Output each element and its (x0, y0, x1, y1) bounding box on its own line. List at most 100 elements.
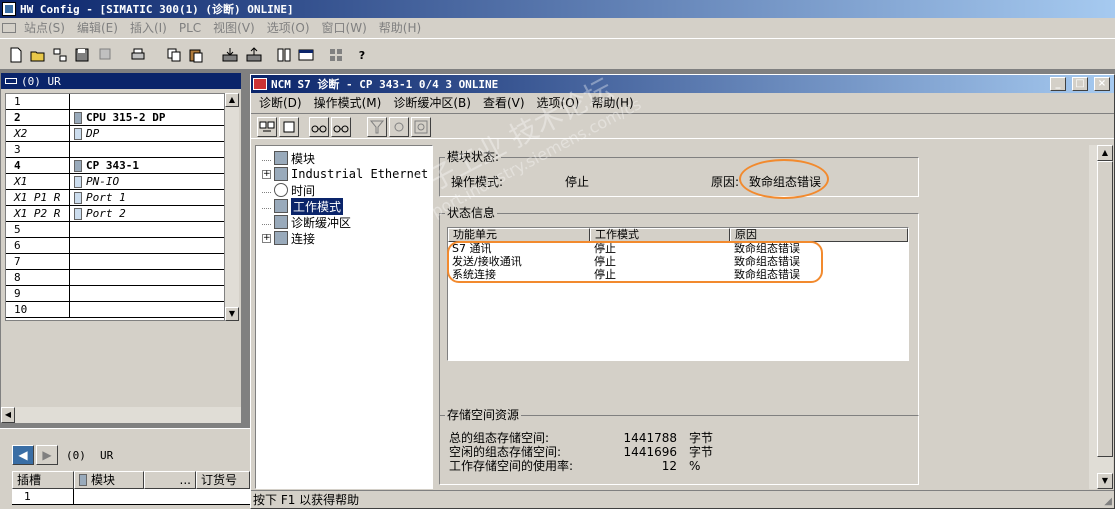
rack-row[interactable]: 7 (6, 254, 224, 270)
col-order-header[interactable]: 订货号 (196, 471, 250, 489)
main-menu-item[interactable]: 编辑(E) (71, 18, 124, 38)
module-icon (274, 151, 288, 165)
memory-unit: 字节 (689, 431, 714, 445)
rack-row[interactable]: 6 (6, 238, 224, 254)
ncm-menu-item[interactable]: 选项(O) (531, 93, 586, 113)
rack-row[interactable]: X1 P1 R Port 1 (6, 190, 224, 206)
network-icon[interactable] (50, 45, 70, 65)
tree-item[interactable]: 诊断缓冲区 (262, 214, 351, 230)
rack-row[interactable]: 2 CPU 315-2 DP (6, 110, 224, 126)
new-icon[interactable] (6, 45, 26, 65)
tree-item[interactable]: 工作模式 (262, 197, 344, 215)
rack-vscroll[interactable]: ▲ ▼ (225, 93, 239, 321)
filter-icon[interactable] (367, 117, 387, 137)
expand-icon[interactable]: + (262, 169, 271, 179)
main-menu-item[interactable]: 视图(V) (207, 18, 261, 38)
operating-mode-icon (274, 199, 288, 213)
memory-label: 工作存储空间的使用率: (449, 459, 574, 473)
module-icon (74, 159, 82, 172)
rack-row[interactable]: 5 (6, 222, 224, 238)
tree-item[interactable]: + 连接 (262, 230, 315, 246)
ncm-title: NCM S7 诊断 - CP 343-1 0/4 3 ONLINE (271, 78, 499, 91)
main-title-bar[interactable]: HW Config - [SIMATIC 300(1) (诊断) ONLINE] (0, 0, 1115, 18)
clock-icon[interactable] (411, 117, 431, 137)
settings-icon[interactable] (389, 117, 409, 137)
main-menu-item[interactable]: 帮助(H) (373, 18, 427, 38)
rack-slot: 8 (6, 270, 70, 285)
rack-module: CPU 315-2 DP (86, 111, 166, 124)
rack-row[interactable]: X2 DP (6, 126, 224, 142)
window-vscroll[interactable]: ▲ ▼ (1097, 145, 1113, 489)
maximize-button[interactable]: □ (1072, 77, 1088, 91)
rack-row[interactable]: 1 (6, 94, 224, 110)
col-more-header[interactable]: ... (144, 471, 196, 489)
main-menu-item[interactable]: PLC (173, 18, 207, 38)
glasses-pause-icon[interactable] (331, 117, 351, 137)
module-icon (74, 191, 82, 204)
rack-row[interactable]: 3 (6, 142, 224, 158)
compile-icon[interactable] (96, 45, 116, 65)
save-icon[interactable] (72, 45, 92, 65)
tree-item[interactable]: 时间 (262, 182, 315, 198)
rack-hscroll[interactable]: ◀ (1, 407, 241, 423)
ncm-menu-item[interactable]: 诊断缓冲区(B) (387, 93, 477, 113)
app-title: HW Config - [SIMATIC 300(1) (诊断) ONLINE] (20, 3, 294, 16)
copy-icon[interactable] (164, 45, 184, 65)
rack-row[interactable]: 10 (6, 302, 224, 318)
col-reason-header[interactable]: 原因 (730, 228, 908, 242)
open-icon[interactable] (28, 45, 48, 65)
ncm-menu-item[interactable]: 查看(V) (477, 93, 531, 113)
rack-row[interactable]: X1 P2 R Port 2 (6, 206, 224, 222)
nav-forward-icon[interactable]: ▶ (36, 445, 58, 465)
main-menu-item[interactable]: 选项(O) (261, 18, 316, 38)
module-info-icon[interactable] (274, 45, 294, 65)
download-icon[interactable] (220, 45, 240, 65)
detail-table-header: 插槽 模块 ... 订货号 (12, 471, 250, 489)
upload-icon[interactable] (244, 45, 264, 65)
rack-row[interactable]: X1 PN-IO (6, 174, 224, 190)
tree-line-icon (262, 187, 271, 193)
ncm-menu-item[interactable]: 操作模式(M) (308, 93, 388, 113)
rack-slot: 1 (6, 94, 70, 109)
detail-row[interactable]: 1 (12, 489, 250, 505)
rack-slot: X1 (6, 174, 70, 189)
rack-row[interactable]: 8 (6, 270, 224, 286)
rack-title-bar[interactable]: (0) UR (1, 73, 241, 89)
resize-grip-icon[interactable]: ◢ (1104, 496, 1112, 507)
main-menu-item[interactable]: 窗口(W) (316, 18, 373, 38)
col-mode-header[interactable]: 工作模式 (590, 228, 730, 242)
module-icon (74, 111, 82, 124)
col-slot-header[interactable]: 插槽 (12, 471, 74, 489)
rack-slot: 10 (6, 302, 70, 317)
detail-station: (0) (66, 449, 86, 462)
ethernet-icon (274, 167, 288, 181)
catalog-icon[interactable] (326, 45, 346, 65)
nav-back-icon[interactable]: ◀ (12, 445, 34, 465)
window-icon[interactable] (296, 45, 316, 65)
rack-row[interactable]: 4 CP 343-1 (6, 158, 224, 174)
rack-slot: 5 (6, 222, 70, 237)
ncm-title-bar[interactable]: NCM S7 诊断 - CP 343-1 0/4 3 ONLINE _ □ × (251, 75, 1114, 93)
help-icon[interactable]: ? (352, 45, 372, 65)
tree-item[interactable]: + Industrial Ethernet (262, 166, 428, 182)
ncm-menu-item[interactable]: 诊断(D) (253, 93, 308, 113)
rack-module: Port 1 (86, 191, 126, 204)
col-unit-header[interactable]: 功能单元 (448, 228, 590, 242)
print-icon[interactable] (128, 45, 148, 65)
paste-icon[interactable] (186, 45, 206, 65)
main-menu-item[interactable]: 站点(S) (18, 18, 71, 38)
module-header-icon (79, 474, 87, 486)
rack-row[interactable]: 9 (6, 286, 224, 302)
col-module-header[interactable]: 模块 (74, 471, 144, 489)
status-highlight-box (447, 241, 823, 283)
online-connect-icon[interactable] (257, 117, 277, 137)
module-icon (74, 207, 82, 220)
expand-icon[interactable]: + (262, 233, 271, 243)
main-menu-item[interactable]: 插入(I) (124, 18, 173, 38)
minimize-button[interactable]: _ (1050, 77, 1066, 91)
device-icon[interactable] (279, 117, 299, 137)
ncm-menu-item[interactable]: 帮助(H) (585, 93, 639, 113)
close-button[interactable]: × (1094, 77, 1110, 91)
glasses-icon[interactable] (309, 117, 329, 137)
tree-item[interactable]: 模块 (262, 150, 315, 166)
